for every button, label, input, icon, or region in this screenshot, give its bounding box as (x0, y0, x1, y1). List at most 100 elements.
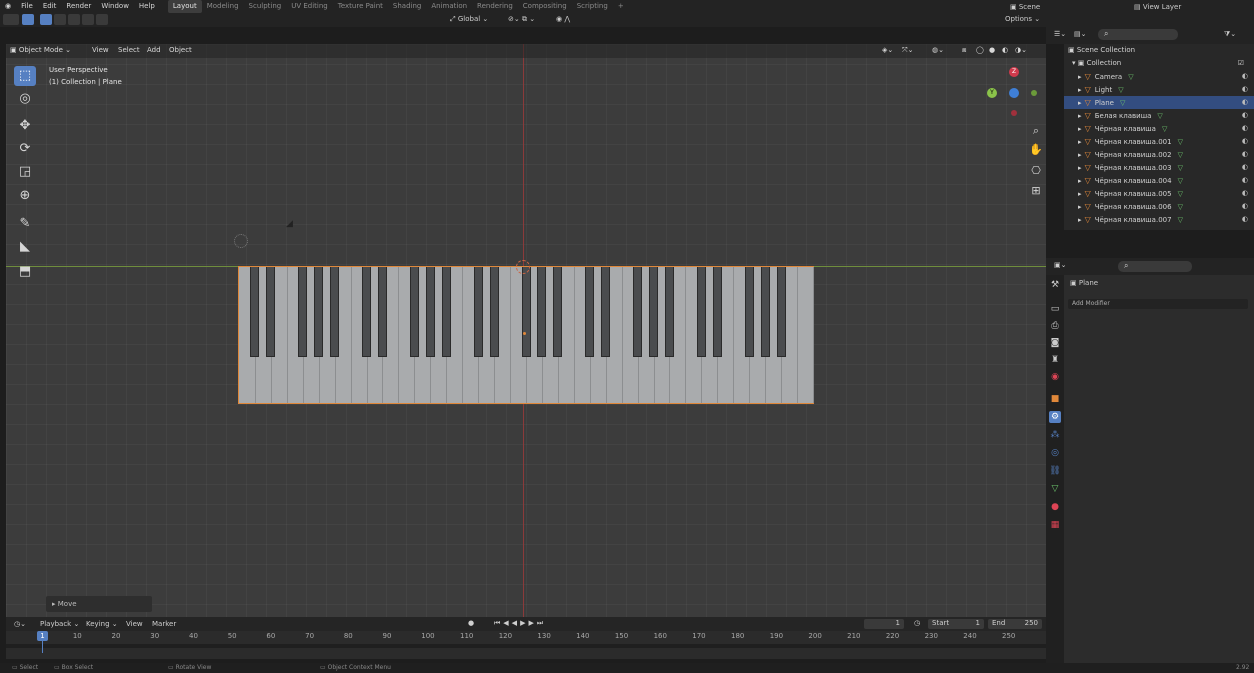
pan-hand-icon[interactable]: ✋ (1027, 141, 1045, 159)
outliner-item[interactable]: ▸ ▽ Чёрная клавиша.006 ▽ ◐ (1064, 200, 1254, 213)
properties-search-input[interactable]: ⌕ (1118, 261, 1192, 272)
transform-tool-icon[interactable]: ⊕ (14, 186, 36, 206)
start-frame-field[interactable]: Start 1 (928, 619, 984, 629)
scene-selector[interactable]: ▣ Scene (1010, 3, 1040, 11)
pivot-point-dropdown[interactable]: ⊘⌄ (508, 15, 520, 23)
visibility-eye-icon[interactable]: ◐ (1242, 148, 1248, 161)
blender-logo-icon[interactable]: ◉ (0, 0, 16, 13)
snap-toggle[interactable]: ⧉ ⌄ (522, 15, 535, 24)
outliner-item[interactable]: ▸ ▽ Чёрная клавиша.002 ▽ ◐ (1064, 148, 1254, 161)
scene-tab-icon[interactable]: ♜ (1049, 354, 1061, 366)
tab-rendering[interactable]: Rendering (472, 0, 518, 13)
visibility-eye-icon[interactable]: ◐ (1242, 70, 1248, 83)
tab-uv-editing[interactable]: UV Editing (286, 0, 333, 13)
visibility-eye-icon[interactable]: ◐ (1242, 200, 1248, 213)
ortho-grid-icon[interactable]: ⊞ (1027, 182, 1045, 200)
transform-orientation-dropdown[interactable]: ⤢ Global ⌄ (450, 15, 488, 24)
object-mode-dropdown[interactable]: ▣ Object Mode ⌄ (10, 46, 71, 54)
visibility-eye-icon[interactable]: ◐ (1242, 122, 1248, 135)
gizmo-y-icon[interactable]: Y (987, 88, 997, 98)
tool-tab-icon[interactable]: ⚒ (1049, 279, 1061, 291)
material-shading-icon[interactable]: ◐ (1002, 46, 1008, 54)
outliner-item[interactable]: ▸ ▽ Camera ▽ ◐ (1064, 70, 1254, 83)
solid-shading-icon[interactable]: ● (989, 46, 995, 54)
timeline-menu-view[interactable]: View (126, 620, 143, 628)
view-layer-tab-icon[interactable]: ◙ (1049, 337, 1061, 349)
measure-tool-icon[interactable]: ◣ (14, 237, 36, 257)
visibility-eye-icon[interactable]: ◐ (1242, 213, 1248, 226)
outliner[interactable]: ▣ Scene Collection ▾ ▣ Collection ☑ ▸ ▽ C… (1064, 44, 1254, 230)
xray-toggle-icon[interactable]: ⧈ (962, 46, 966, 55)
visibility-eye-icon[interactable]: ◐ (1242, 135, 1248, 148)
menu-help[interactable]: Help (134, 0, 160, 13)
zoom-icon[interactable]: ⌕ (1027, 122, 1045, 140)
render-tab-icon[interactable]: ▭ (1049, 303, 1061, 315)
add-workspace-button[interactable]: + (613, 0, 629, 13)
gizmo-neg-z-icon[interactable] (1011, 110, 1017, 116)
outliner-item[interactable]: ▸ ▽ Чёрная клавиша.005 ▽ ◐ (1064, 187, 1254, 200)
outliner-item[interactable]: ▸ ▽ Plane ▽ ◐ (1064, 96, 1254, 109)
world-tab-icon[interactable]: ◉ (1049, 371, 1061, 383)
particles-tab-icon[interactable]: ⁂ (1049, 429, 1061, 441)
viewport-menu-view[interactable]: View (92, 46, 109, 54)
select-mode-subtract-button[interactable] (68, 14, 80, 25)
outliner-display-mode-icon[interactable]: ▤⌄ (1074, 30, 1086, 38)
collection-checkbox-icon[interactable]: ☑ (1238, 57, 1244, 70)
visibility-eye-icon[interactable]: ◐ (1242, 83, 1248, 96)
visibility-eye-icon[interactable]: ◐ (1242, 161, 1248, 174)
tab-animation[interactable]: Animation (426, 0, 472, 13)
preview-range-icon[interactable]: ◷ (914, 619, 920, 627)
tab-sculpting[interactable]: Sculpting (244, 0, 287, 13)
visibility-eye-icon[interactable]: ◐ (1242, 187, 1248, 200)
outliner-item[interactable]: ▸ ▽ Белая клавиша ▽ ◐ (1064, 109, 1254, 122)
tab-shading[interactable]: Shading (388, 0, 426, 13)
outliner-collection[interactable]: ▾ ▣ Collection ☑ (1064, 57, 1254, 70)
viewport-menu-select[interactable]: Select (118, 46, 140, 54)
modifier-tab-icon[interactable]: ⚙ (1049, 411, 1061, 423)
3d-cursor-icon[interactable] (516, 260, 530, 274)
editor-type-button[interactable] (3, 14, 19, 25)
menu-window[interactable]: Window (96, 0, 134, 13)
select-box-tool-icon[interactable]: ⬚ (14, 66, 36, 86)
object-tab-icon[interactable]: ■ (1049, 393, 1061, 405)
3d-viewport[interactable]: ◢ User Perspective (1) Collection | Plan… (6, 44, 1046, 617)
view-object-types-icon[interactable]: ◈⌄ (882, 46, 893, 54)
tab-texture-paint[interactable]: Texture Paint (333, 0, 388, 13)
outliner-filter-icon[interactable]: ⧩⌄ (1224, 30, 1236, 39)
outliner-item[interactable]: ▸ ▽ Light ▽ ◐ (1064, 83, 1254, 96)
texture-tab-icon[interactable]: ▦ (1049, 519, 1061, 531)
visibility-eye-icon[interactable]: ◐ (1242, 96, 1248, 109)
properties-editor-icon[interactable]: ▣⌄ (1054, 261, 1066, 269)
piano-keyboard-plane[interactable] (238, 266, 814, 404)
visibility-eye-icon[interactable]: ◐ (1242, 174, 1248, 187)
rendered-shading-icon[interactable]: ◑⌄ (1015, 46, 1027, 54)
select-mode-extend-button[interactable] (54, 14, 66, 25)
select-tool-button[interactable] (22, 14, 34, 25)
outliner-item[interactable]: ▸ ▽ Чёрная клавиша.003 ▽ ◐ (1064, 161, 1254, 174)
outliner-item[interactable]: ▸ ▽ Чёрная клавиша.007 ▽ ◐ (1064, 213, 1254, 226)
tab-compositing[interactable]: Compositing (518, 0, 572, 13)
output-tab-icon[interactable]: ⎙ (1049, 320, 1061, 332)
tab-scripting[interactable]: Scripting (572, 0, 613, 13)
outliner-item[interactable]: ▸ ▽ Чёрная клавиша.001 ▽ ◐ (1064, 135, 1254, 148)
end-frame-field[interactable]: End 250 (988, 619, 1042, 629)
physics-tab-icon[interactable]: ◎ (1049, 447, 1061, 459)
timeline-menu-marker[interactable]: Marker (152, 620, 176, 628)
outliner-item[interactable]: ▸ ▽ Чёрная клавиша.004 ▽ ◐ (1064, 174, 1254, 187)
proportional-edit-toggle[interactable]: ◉ ⋀ (556, 15, 570, 23)
scale-tool-icon[interactable]: ◲ (14, 162, 36, 182)
camera-view-icon[interactable]: ⎔ (1027, 162, 1045, 180)
cursor-tool-icon[interactable]: ◎ (14, 89, 36, 109)
menu-render[interactable]: Render (61, 0, 96, 13)
outliner-scene-collection[interactable]: ▣ Scene Collection (1064, 44, 1254, 57)
add-modifier-button[interactable]: Add Modifier (1068, 299, 1248, 309)
outliner-editor-icon[interactable]: ☰⌄ (1054, 30, 1066, 38)
tab-modeling[interactable]: Modeling (202, 0, 244, 13)
outliner-item[interactable]: ▸ ▽ Чёрная клавиша ▽ ◐ (1064, 122, 1254, 135)
move-tool-icon[interactable]: ✥ (14, 116, 36, 136)
gizmo-neg-y-icon[interactable] (1031, 90, 1037, 96)
timeline-menu-playback[interactable]: Playback ⌄ (40, 620, 79, 628)
add-cube-tool-icon[interactable]: ⬒ (14, 262, 36, 282)
view-layer-selector[interactable]: ▤ View Layer (1134, 3, 1181, 11)
overlays-toggle-icon[interactable]: ◍⌄ (932, 46, 944, 54)
